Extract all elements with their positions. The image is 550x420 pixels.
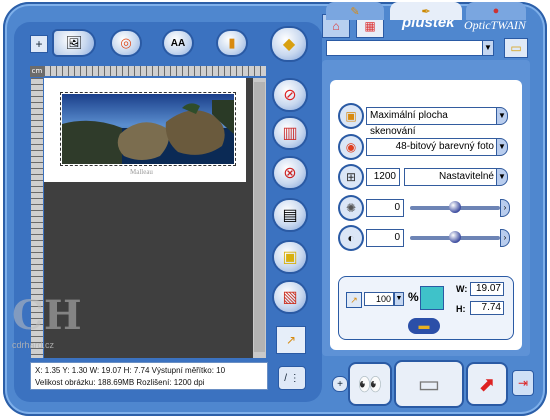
brightness-row: ✺ 0 › xyxy=(340,197,510,219)
home-icon: ⌂ xyxy=(332,19,340,33)
export-button[interactable]: ⬈ xyxy=(466,362,508,406)
descreen-button[interactable]: ⊗ xyxy=(274,158,306,188)
descreen-icon: ⊗ xyxy=(283,165,297,182)
profile-dropdown-arrow[interactable]: ▼ xyxy=(482,40,494,56)
width-label: W: xyxy=(456,284,468,294)
status-line-2: Velikost obrázku: 188.69MB Rozlišení: 12… xyxy=(35,378,205,387)
cancel-button[interactable]: ⊘ xyxy=(274,80,306,110)
histogram-icon: ▥ xyxy=(282,125,298,142)
histogram-button[interactable]: ▥ xyxy=(274,118,306,148)
unit-toggle-button[interactable]: / ⋮ xyxy=(278,366,306,390)
batch-scan-button[interactable]: ▤ xyxy=(274,200,306,230)
plustek-optictwain-window: + 🖼 ◎ AA ▮ ◆ cm Malleau X: 1.35 Y: 1.30 … xyxy=(0,0,550,420)
folder-icon: ▭ xyxy=(510,41,522,55)
scan-mode-dropdown-arrow[interactable]: ▼ xyxy=(496,138,508,156)
watermark-text: cdrhard.cz xyxy=(12,340,55,350)
exit-button[interactable]: ⇥ xyxy=(512,370,534,396)
zoom-in-button[interactable]: + xyxy=(30,35,48,53)
preview-button[interactable]: 🖼 xyxy=(54,31,94,55)
curve-button[interactable]: ↗ xyxy=(276,326,306,354)
eyes-icon: 👀 xyxy=(357,373,383,396)
help-button[interactable]: ◎ xyxy=(112,31,140,55)
scan-selection-rectangle[interactable] xyxy=(60,92,236,166)
height-input[interactable]: 7.74 xyxy=(470,301,504,315)
profile-select[interactable] xyxy=(326,40,494,56)
width-input[interactable]: 19.07 xyxy=(470,282,504,296)
ruler-unit: cm xyxy=(30,66,44,77)
scan-now-button[interactable]: ▭ xyxy=(394,360,464,408)
preview-icon: 🖼 xyxy=(65,35,83,50)
book-icon: ▮ xyxy=(228,35,236,50)
multi-image-icon: ▣ xyxy=(282,249,298,266)
scale-input[interactable]: 100 xyxy=(364,292,394,306)
status-bar: X: 1.35 Y: 1.30 W: 19.07 H: 7.74 Výstupn… xyxy=(30,362,268,390)
advanced-tab-icon: ● xyxy=(492,5,500,17)
ruler-toggle-icon: / ⋮ xyxy=(284,372,300,384)
contrast-icon: ◐ xyxy=(340,227,362,249)
scanner-icon: ▭ xyxy=(417,370,441,398)
multi-image-button[interactable]: ▣ xyxy=(274,242,306,272)
brightness-icon: ✺ xyxy=(340,197,362,219)
batch-icon: ▤ xyxy=(282,207,298,224)
lock-ratio-icon[interactable] xyxy=(420,286,444,310)
scale-percent: % xyxy=(408,290,419,304)
resolution-input[interactable]: 1200 xyxy=(366,168,400,186)
color-adjust-icon: ▧ xyxy=(282,289,298,306)
scale-dropdown-arrow[interactable]: ▼ xyxy=(394,292,404,306)
scrollbar-thumb[interactable] xyxy=(254,82,265,352)
adjust-tab-icon: ✒ xyxy=(421,5,431,18)
brightness-input[interactable]: 0 xyxy=(366,199,404,217)
scan-icon: ◆ xyxy=(282,36,296,53)
plus-icon: + xyxy=(337,378,343,390)
scan-button[interactable]: ◆ xyxy=(272,28,306,60)
lifebuoy-icon: ◎ xyxy=(120,35,132,50)
expand-button[interactable]: + xyxy=(332,376,348,392)
vertical-scrollbar[interactable] xyxy=(253,78,266,358)
curve-icon: ↗ xyxy=(285,333,297,347)
watermark-logo: CH xyxy=(12,292,82,339)
brightness-slider-knob[interactable] xyxy=(449,201,461,213)
ocr-button[interactable]: AA xyxy=(164,31,192,55)
open-profile-button[interactable]: ▭ xyxy=(504,38,528,58)
folder-icon: ▬ xyxy=(418,320,430,332)
scan-area-dropdown-arrow[interactable]: ▼ xyxy=(496,107,508,125)
tab-adjust[interactable]: ✒ xyxy=(390,2,462,20)
tab-general[interactable]: ✎ xyxy=(326,2,384,20)
preview-eyes-button[interactable]: 👀 xyxy=(348,362,392,406)
brand-product: OpticTWAIN xyxy=(464,18,526,32)
resolution-row: ⊞ 1200 Nastavitelné ▼ xyxy=(340,166,510,188)
contrast-step-button[interactable]: › xyxy=(500,229,510,247)
scale-icon: ↗ xyxy=(346,292,362,308)
preview-caption: Malleau xyxy=(130,168,153,176)
resolution-preset-select[interactable]: Nastavitelné xyxy=(404,168,498,186)
resolution-icon: ⊞ xyxy=(340,166,362,188)
height-label: H: xyxy=(456,304,466,314)
contrast-input[interactable]: 0 xyxy=(366,229,404,247)
export-icon: ⬈ xyxy=(478,373,496,396)
exit-icon: ⇥ xyxy=(517,376,529,390)
book-button[interactable]: ▮ xyxy=(218,31,246,55)
apply-size-button[interactable]: ▬ xyxy=(408,318,440,334)
scan-mode-row: ◉ 48-bitový barevný foto ▼ xyxy=(340,136,510,158)
contrast-slider-knob[interactable] xyxy=(449,231,461,243)
ocr-label: AA xyxy=(170,37,186,49)
contrast-row: ◐ 0 › xyxy=(340,227,510,249)
scan-area-select[interactable]: Maximální plocha skenování xyxy=(366,107,498,137)
scan-area-icon: ▣ xyxy=(340,105,362,127)
plus-icon: + xyxy=(35,37,43,51)
brightness-step-button[interactable]: › xyxy=(500,199,510,217)
resolution-dropdown-arrow[interactable]: ▼ xyxy=(496,168,508,186)
no-entry-icon: ⊘ xyxy=(283,87,297,104)
ruler-horizontal xyxy=(44,66,266,76)
scan-area-row: ▣ Maximální plocha skenování ▼ xyxy=(340,105,510,137)
color-mode-icon: ◉ xyxy=(340,136,362,158)
status-line-1: X: 1.35 Y: 1.30 W: 19.07 H: 7.74 Výstupn… xyxy=(35,366,226,375)
color-adjust-button[interactable]: ▧ xyxy=(274,282,306,312)
tab-advanced[interactable]: ● xyxy=(466,2,526,20)
layout-icon: ▦ xyxy=(364,19,376,33)
general-tab-icon: ✎ xyxy=(350,5,360,18)
scan-mode-select[interactable]: 48-bitový barevný foto xyxy=(366,138,498,156)
